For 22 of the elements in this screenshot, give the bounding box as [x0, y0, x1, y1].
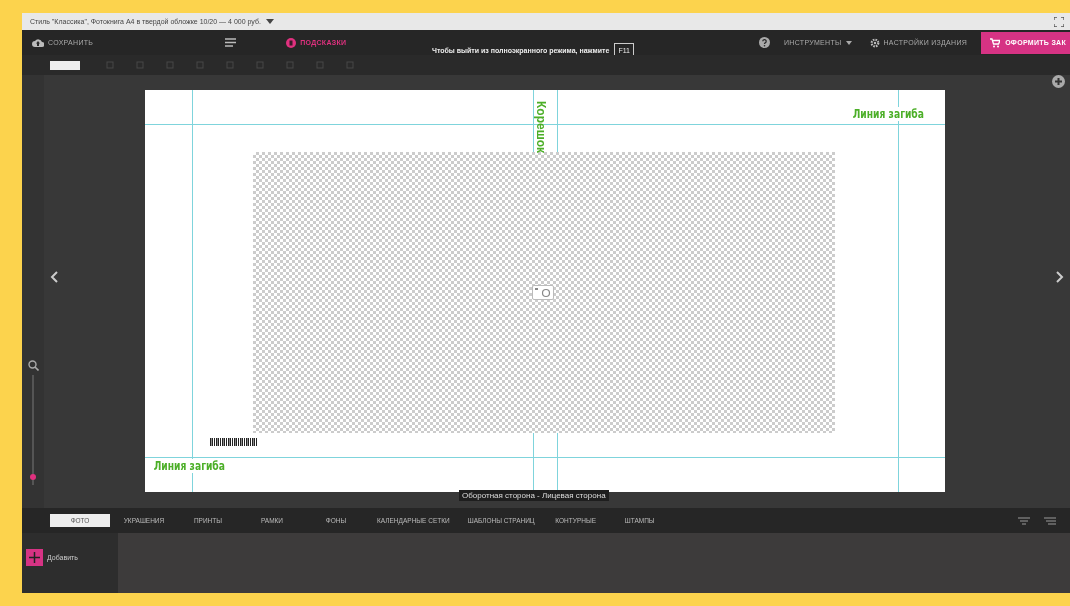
- page-side-label: Оборотная сторона - Лицевая сторона: [459, 490, 609, 501]
- cloud-upload-icon: [32, 38, 44, 47]
- fold-line-label: Линия загиба: [851, 107, 926, 121]
- camera-icon[interactable]: [532, 285, 554, 300]
- caret-icon: [845, 40, 852, 45]
- zoom-icon: [27, 360, 39, 371]
- sort-icon[interactable]: [1018, 516, 1030, 525]
- plus-icon: [26, 549, 43, 566]
- spine-label: Корешок: [534, 100, 548, 155]
- barcode-icon: [210, 438, 258, 446]
- help-icon[interactable]: [759, 37, 770, 48]
- fold-line-label: Линия загиба: [152, 459, 227, 473]
- cart-icon: [990, 37, 1001, 48]
- gear-icon: [869, 37, 880, 48]
- menu-icon[interactable]: [225, 38, 237, 47]
- slider-thumb[interactable]: [30, 473, 36, 480]
- tool-button[interactable]: [50, 60, 80, 70]
- dropdown-caret-icon: [265, 19, 274, 24]
- add-page-icon[interactable]: [1052, 75, 1065, 88]
- photo-placeholder[interactable]: [253, 152, 835, 433]
- align-icon[interactable]: [1044, 516, 1056, 525]
- fullscreen-icon[interactable]: [1054, 16, 1064, 27]
